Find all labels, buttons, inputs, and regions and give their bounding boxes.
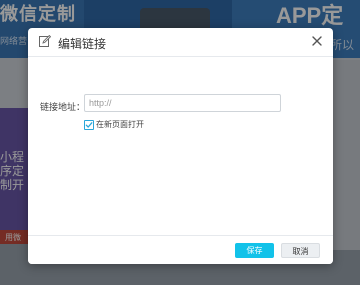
- url-field-label: 链接地址：: [40, 102, 86, 112]
- open-new-window-option[interactable]: 在新页面打开: [84, 119, 144, 130]
- open-new-window-checkbox[interactable]: [84, 119, 94, 130]
- dialog-header: 编辑链接: [28, 28, 333, 57]
- open-new-window-label: 在新页面打开: [96, 120, 144, 129]
- edit-link-dialog: 编辑链接 链接地址： 在新页面打开 保存 取消: [28, 28, 333, 264]
- save-button[interactable]: 保存: [235, 243, 274, 258]
- close-icon[interactable]: [310, 34, 324, 48]
- checkmark-icon: [85, 121, 93, 128]
- url-input[interactable]: [84, 94, 281, 112]
- cancel-button[interactable]: 取消: [281, 243, 320, 258]
- edit-icon: [39, 35, 51, 47]
- dialog-body: 链接地址： 在新页面打开: [28, 57, 333, 235]
- dialog-footer: 保存 取消: [28, 235, 333, 264]
- dialog-title: 编辑链接: [58, 37, 107, 51]
